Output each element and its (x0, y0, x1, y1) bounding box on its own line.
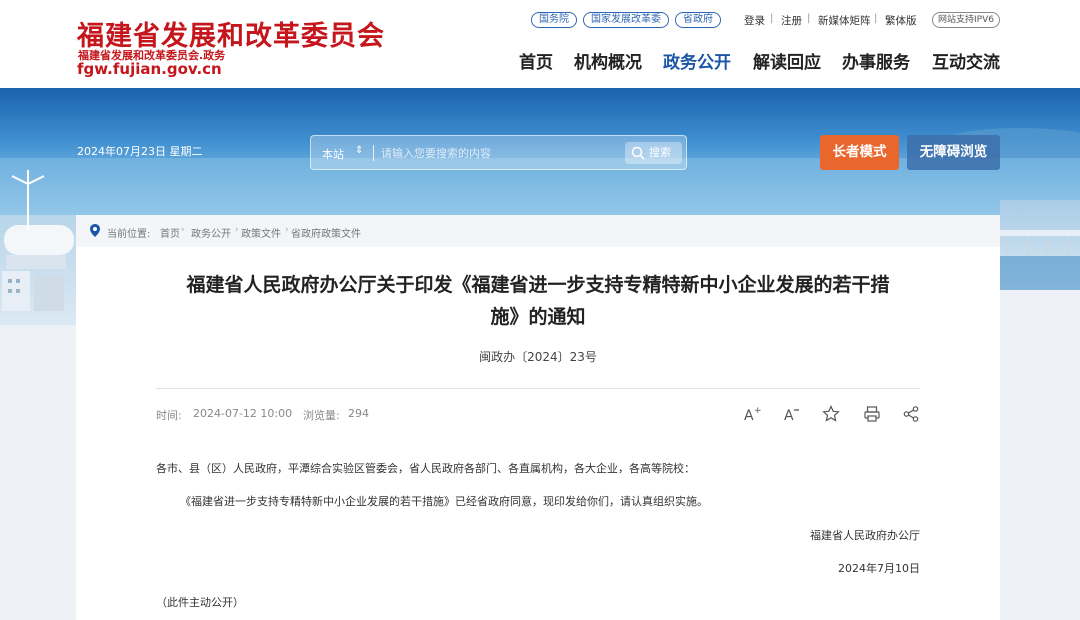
recipients-line: 各市、县（区）人民政府，平潭综合实验区管委会，省人民政府各部门、各直属机构，各大… (156, 462, 695, 475)
new-media-link[interactable]: 新媒体矩阵 (818, 13, 871, 28)
svg-text:+: + (754, 406, 761, 416)
breadcrumb-separator: › (285, 225, 289, 235)
article-card: 当前位置: 首页 › 政务公开 › 政策文件 › 省政府政策文件 福建省人民政府… (76, 215, 1000, 620)
article-title-line: 福建省人民政府办公厅关于印发《福建省进一步支持专精特新中小企业发展的若干措 (186, 274, 890, 296)
breadcrumb-provincial-policy[interactable]: 省政府政策文件 (291, 225, 361, 240)
favorite-star-icon[interactable] (822, 405, 840, 423)
nav-interpretation[interactable]: 解读回应 (753, 48, 821, 73)
font-increase-icon[interactable]: A + (743, 405, 761, 423)
breadcrumb-policy-docs[interactable]: 政策文件 (241, 225, 281, 240)
nav-home[interactable]: 首页 (519, 48, 553, 73)
breadcrumb-home[interactable]: 首页 (160, 225, 180, 240)
divider (156, 388, 920, 389)
search-scope-select[interactable]: 本站 (322, 146, 344, 162)
nav-about[interactable]: 机构概况 (574, 48, 642, 73)
search-button-label: 搜索 (649, 146, 671, 159)
share-icon[interactable] (902, 405, 920, 423)
accessibility-button[interactable]: 无障碍浏览 (907, 135, 1000, 170)
breadcrumb-government-affairs[interactable]: 政务公开 (191, 225, 231, 240)
search-icon (631, 146, 645, 160)
site-header: 福建省发展和改革委员会 福建省发展和改革委员会.政务 fgw.fujian.go… (0, 0, 1080, 88)
print-icon[interactable] (863, 405, 881, 423)
building-illustration (2, 225, 74, 311)
quick-link-state-council[interactable]: 国务院 (531, 12, 577, 28)
breadcrumb: 当前位置: 首页 › 政务公开 › 政策文件 › 省政府政策文件 (76, 215, 1000, 247)
breadcrumb-separator: › (235, 225, 239, 235)
register-link[interactable]: 注册 (781, 13, 802, 28)
elder-mode-button[interactable]: 长者模式 (820, 135, 899, 170)
separator: | (807, 13, 811, 24)
document-number: 闽政办〔2024〕23号 (479, 350, 597, 364)
breadcrumb-label: 当前位置: (107, 229, 151, 240)
left-scenery (0, 215, 76, 325)
traditional-chinese-link[interactable]: 繁体版 (885, 13, 917, 28)
issuer-signature: 福建省人民政府办公厅 (810, 529, 920, 542)
bridge-illustration (1000, 230, 1080, 290)
body-paragraph: 《福建省进一步支持专精特新中小企业发展的若干措施》已经省政府同意，现印发给你们，… (180, 495, 708, 508)
current-date: 2024年07月23日 星期二 (77, 145, 203, 158)
nav-services[interactable]: 办事服务 (842, 48, 910, 73)
wind-turbine-icon (11, 170, 45, 230)
ipv6-badge: 网站支持IPV6 (932, 12, 1000, 28)
nav-government-affairs[interactable]: 政务公开 (663, 48, 731, 73)
breadcrumb-separator: › (181, 225, 185, 235)
article-title-line: 施》的通知 (490, 306, 586, 328)
separator: | (770, 13, 774, 24)
views-label: 浏览量: (303, 409, 340, 422)
right-scenery (1000, 200, 1080, 290)
sort-caret-icon[interactable]: ⇕ (355, 145, 363, 156)
search-divider (373, 145, 374, 161)
location-pin-icon (90, 224, 100, 237)
quick-link-provincial-gov[interactable]: 省政府 (675, 12, 721, 28)
separator: | (874, 13, 878, 24)
article-title: 福建省人民政府办公厅关于印发《福建省进一步支持专精特新中小企业发展的若干措 施》… (136, 269, 940, 333)
views-count: 294 (348, 407, 369, 420)
nav-interaction[interactable]: 互动交流 (932, 48, 1000, 73)
disclosure-note: （此件主动公开） (156, 596, 244, 609)
search-bar: 本站 ⇕ 搜索 (310, 135, 687, 170)
quick-link-ndrc[interactable]: 国家发展改革委 (583, 12, 669, 28)
publish-time: 2024-07-12 10:00 (193, 407, 293, 420)
search-input[interactable] (381, 142, 617, 164)
font-decrease-icon[interactable]: A (783, 405, 801, 423)
publish-time-label: 时间: (156, 409, 182, 422)
svg-text:A: A (744, 408, 754, 423)
login-link[interactable]: 登录 (744, 13, 765, 28)
issue-date: 2024年7月10日 (838, 562, 920, 575)
site-logo-domain: fgw.fujian.gov.cn (77, 60, 222, 78)
svg-text:A: A (784, 408, 794, 423)
search-button[interactable]: 搜索 (625, 142, 682, 164)
